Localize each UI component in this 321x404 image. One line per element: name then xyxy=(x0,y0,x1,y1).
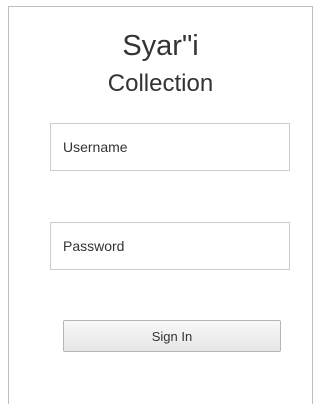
password-field[interactable] xyxy=(50,222,290,270)
username-field[interactable] xyxy=(50,123,290,171)
login-panel: Syar"i Collection Sign In xyxy=(8,6,313,404)
app-title: Syar"i xyxy=(122,30,199,62)
app-subtitle: Collection xyxy=(107,70,214,97)
sign-in-button[interactable]: Sign In xyxy=(63,320,281,352)
